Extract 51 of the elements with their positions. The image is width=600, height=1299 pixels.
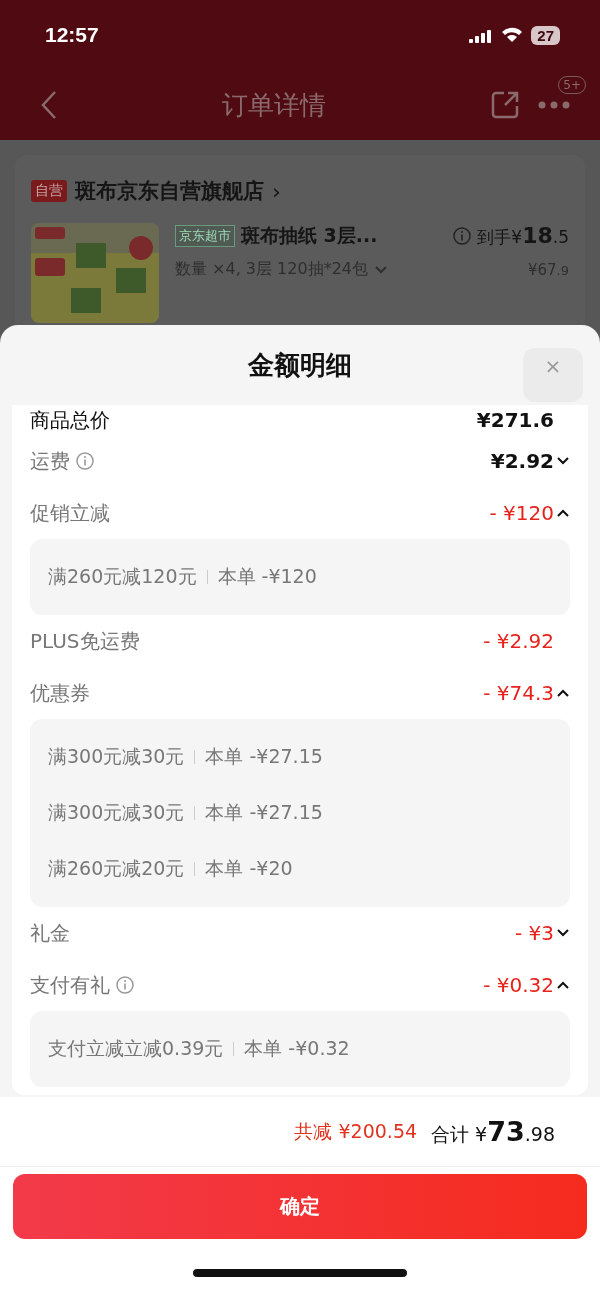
info-icon[interactable] <box>453 227 472 245</box>
discount-condition: 满260元减120元 <box>48 564 197 589</box>
chevron-down-icon[interactable] <box>556 456 570 466</box>
status-time: 12:57 <box>45 23 99 47</box>
battery-level: 27 <box>531 25 560 45</box>
wifi-icon <box>501 27 524 43</box>
row-label: 商品总价 <box>30 406 110 434</box>
supermarket-tag: 京东超市 <box>175 225 235 247</box>
row-amount: - ¥74.3 <box>483 681 554 705</box>
store-tag: 自营 <box>31 180 67 202</box>
discount-saving: 本单 -¥120 <box>217 564 317 589</box>
discount-saving: 本单 -¥27.15 <box>205 744 323 769</box>
row-label: 优惠券 <box>30 679 90 707</box>
sheet-title: 金额明细 <box>248 348 352 382</box>
row-amount: - ¥3 <box>514 921 554 945</box>
chevron-up-icon[interactable] <box>556 688 570 698</box>
final-price: 到手¥18.5 <box>477 223 569 249</box>
page-title: 订单详情 <box>221 88 327 122</box>
row-label: 运费 <box>30 447 70 475</box>
info-icon[interactable] <box>116 976 134 994</box>
discount-condition: 满300元减30元 <box>48 800 185 825</box>
row-amount: - ¥120 <box>489 501 554 525</box>
row-label: 促销立减 <box>30 499 110 527</box>
discount-condition: 支付立减立减0.39元 <box>48 1036 224 1061</box>
signal-icon <box>469 27 494 43</box>
discount-saving: 本单 -¥20 <box>205 856 293 881</box>
total-amount: 合计 ¥73.98 <box>431 1115 555 1148</box>
close-button[interactable]: × <box>523 348 583 402</box>
share-icon[interactable] <box>490 90 520 120</box>
chevron-up-icon[interactable] <box>556 508 570 518</box>
row-amount: - ¥0.32 <box>483 973 554 997</box>
store-name[interactable]: 斑布京东自营旗舰店 <box>75 177 264 205</box>
row-amount: - ¥2.92 <box>483 629 554 653</box>
row-label: PLUS免运费 <box>30 627 140 655</box>
back-icon[interactable] <box>40 90 58 120</box>
store-chevron[interactable]: › <box>272 178 281 204</box>
row-label: 礼金 <box>30 919 70 947</box>
more-icon[interactable] <box>538 101 570 109</box>
discount-saving: 本单 -¥27.15 <box>205 800 323 825</box>
discount-condition: 满300元减30元 <box>48 744 185 769</box>
product-title[interactable]: 斑布抽纸 3层... <box>241 223 448 249</box>
confirm-button[interactable]: 确定 <box>13 1174 587 1239</box>
discount-saving: 本单 -¥0.32 <box>244 1036 350 1061</box>
info-icon[interactable] <box>76 452 94 470</box>
row-amount: ¥2.92 <box>490 449 554 473</box>
row-label: 支付有礼 <box>30 971 110 999</box>
total-savings: 共减 ¥200.54 <box>294 1118 418 1144</box>
chevron-down-icon[interactable] <box>556 928 570 938</box>
discount-condition: 满260元减20元 <box>48 856 185 881</box>
row-amount: ¥271.6 <box>476 408 554 432</box>
chevron-up-icon[interactable] <box>556 980 570 990</box>
